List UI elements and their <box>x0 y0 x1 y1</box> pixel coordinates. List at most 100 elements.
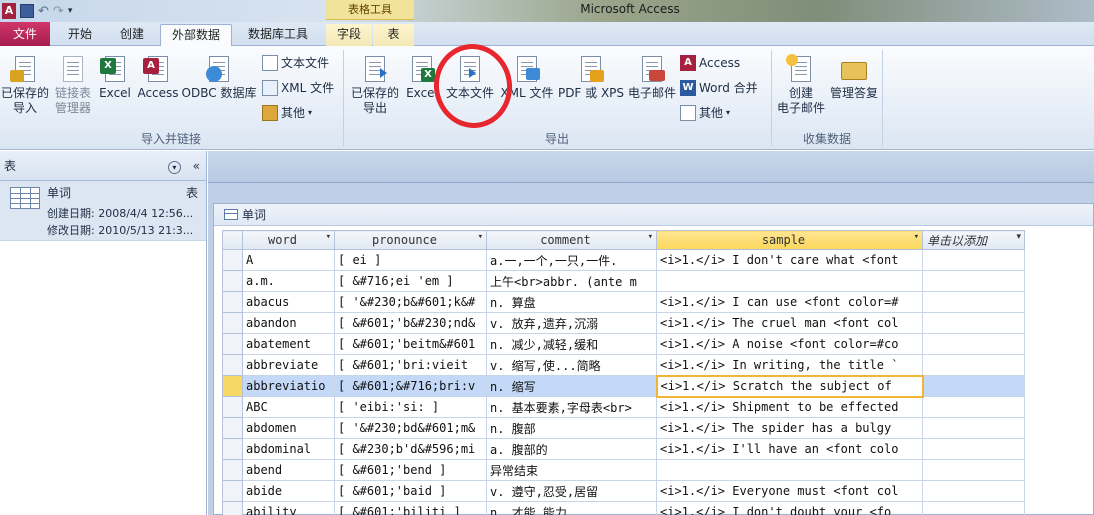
chevron-down-icon[interactable]: ▾ <box>1016 232 1021 242</box>
table-cell-pronounce[interactable]: [ 'eibi:'si: ] <box>334 396 487 418</box>
table-cell-sample[interactable]: <i>1.</i> I don't doubt your <fo <box>656 501 923 515</box>
table-cell-sample[interactable]: <i>1.</i> A noise <font color=#co <box>656 333 923 355</box>
table-cell-pronounce[interactable]: [ &#601;'b&#230;nd& <box>334 312 487 334</box>
table-cell-单击以添加[interactable] <box>922 354 1025 376</box>
undo-icon[interactable]: ↶ <box>38 4 49 19</box>
manage-replies-button[interactable]: 管理答复 <box>828 54 880 101</box>
row-selector[interactable] <box>222 354 243 376</box>
tab-external-data[interactable]: 外部数据 <box>160 24 232 46</box>
table-row[interactable]: abbreviate[ &#601;'bri:vieit v. 缩写,使...简略… <box>222 354 1025 376</box>
access-app-icon[interactable]: A <box>2 3 16 19</box>
chevron-down-icon[interactable]: ▾ <box>478 232 483 242</box>
import-xml-file-button[interactable]: XML 文件 <box>262 77 334 99</box>
table-cell-comment[interactable]: a. 腹部的 <box>486 438 657 460</box>
row-selector[interactable] <box>222 480 243 502</box>
row-selector[interactable] <box>222 459 243 481</box>
table-cell-单击以添加[interactable] <box>922 459 1025 481</box>
export-word-merge-button[interactable]: W Word 合并 <box>680 77 758 99</box>
table-cell-sample[interactable]: <i>1.</i> Everyone must <font col <box>656 480 923 502</box>
table-cell-pronounce[interactable]: [ &#601;'bri:vieit <box>334 354 487 376</box>
table-cell-pronounce[interactable]: [ &#601;&#716;bri:v <box>334 375 487 397</box>
table-cell-comment[interactable]: 异常结束 <box>486 459 657 481</box>
nav-header[interactable]: 表 ▾ « <box>0 151 206 181</box>
tab-home[interactable]: 开始 <box>58 24 102 46</box>
export-more-dropdown[interactable]: 其他 ▾ <box>680 102 730 124</box>
table-row[interactable]: a.m.[ &#716;ei 'em ] 上午<br>abbr. (ante m <box>222 270 1025 292</box>
qat-dropdown-icon[interactable]: ▾ <box>68 6 73 16</box>
table-cell-word[interactable]: abbreviate <box>242 354 335 376</box>
table-cell-pronounce[interactable]: [ &#716;ei 'em ] <box>334 270 487 292</box>
chevron-down-icon[interactable]: ▾ <box>326 232 331 242</box>
row-selector[interactable] <box>222 375 243 397</box>
table-cell-pronounce[interactable]: [ &#601;'bend ] <box>334 459 487 481</box>
column-header-pronounce[interactable]: pronounce ▾ <box>334 230 487 250</box>
row-selector[interactable] <box>222 312 243 334</box>
table-cell-pronounce[interactable]: [ ei ] <box>334 249 487 271</box>
import-excel-button[interactable]: X Excel <box>96 54 134 101</box>
table-cell-单击以添加[interactable] <box>922 396 1025 418</box>
export-email-button[interactable]: 电子邮件 <box>626 54 678 101</box>
table-cell-pronounce[interactable]: [ &#601;'beitm&#601 <box>334 333 487 355</box>
column-header-comment[interactable]: comment ▾ <box>486 230 657 250</box>
table-row[interactable]: abandon[ &#601;'b&#230;nd& v. 放弃,遗弃,沉溺 <i>… <box>222 312 1025 334</box>
table-row[interactable]: A[ ei ] a.一,一个,一只,一件. <i>1.</i> I don't ca… <box>222 249 1025 271</box>
table-row[interactable]: ability[ &#601;'biliti ] n. 才能,能力 <i>1.</i… <box>222 501 1025 515</box>
column-header-word[interactable]: word ▾ <box>242 230 335 250</box>
chevron-down-icon[interactable]: ▾ <box>914 232 919 242</box>
row-selector[interactable] <box>222 333 243 355</box>
saved-exports-button[interactable]: 已保存的 导出 <box>346 54 404 116</box>
table-cell-单击以添加[interactable] <box>922 375 1025 397</box>
row-selector[interactable] <box>222 417 243 439</box>
table-cell-sample[interactable]: <i>1.</i> The cruel man <font col <box>656 312 923 334</box>
table-cell-sample[interactable]: <i>1.</i> In writing, the title ` <box>656 354 923 376</box>
row-selector[interactable] <box>222 396 243 418</box>
table-cell-comment[interactable]: v. 缩写,使...简略 <box>486 354 657 376</box>
table-cell-word[interactable]: ability <box>242 501 335 515</box>
table-cell-comment[interactable]: n. 腹部 <box>486 417 657 439</box>
linked-table-manager-button[interactable]: 链接表 管理器 <box>50 54 96 116</box>
table-cell-pronounce[interactable]: [ '&#230;bd&#601;m& <box>334 417 487 439</box>
table-row[interactable]: abide[ &#601;'baid ] v. 遵守,忍受,居留 <i>1.</i>… <box>222 480 1025 502</box>
datasheet-title[interactable]: 单词 <box>214 204 1093 226</box>
table-row[interactable]: abbreviatio[ &#601;&#716;bri:v n. 缩写 <i>1.… <box>222 374 1025 398</box>
table-row[interactable]: abdominal[ &#230;b'd&#596;mi a. 腹部的 <i>1.<… <box>222 438 1025 460</box>
table-cell-单击以添加[interactable] <box>922 333 1025 355</box>
table-cell-word[interactable]: ABC <box>242 396 335 418</box>
table-cell-单击以添加[interactable] <box>922 249 1025 271</box>
select-all-corner[interactable] <box>222 230 243 250</box>
table-cell-单击以添加[interactable] <box>922 291 1025 313</box>
table-cell-单击以添加[interactable] <box>922 438 1025 460</box>
table-cell-sample[interactable] <box>656 459 923 481</box>
table-cell-comment[interactable]: n. 减少,减轻,缓和 <box>486 333 657 355</box>
table-row[interactable]: abatement[ &#601;'beitm&#601 n. 减少,减轻,缓和 <… <box>222 333 1025 355</box>
nav-dropdown-icon[interactable]: ▾ <box>167 161 181 174</box>
table-cell-pronounce[interactable]: [ '&#230;b&#601;k&# <box>334 291 487 313</box>
table-cell-pronounce[interactable]: [ &#601;'baid ] <box>334 480 487 502</box>
table-cell-word[interactable]: A <box>242 249 335 271</box>
table-cell-sample[interactable]: <i>1.</i> Shipment to be effected <box>656 396 923 418</box>
table-cell-comment[interactable]: a.一,一个,一只,一件. <box>486 249 657 271</box>
table-cell-pronounce[interactable]: [ &#601;'biliti ] <box>334 501 487 515</box>
chevron-down-icon[interactable]: ▾ <box>648 232 653 242</box>
table-cell-comment[interactable]: 上午<br>abbr. (ante m <box>486 270 657 292</box>
column-header-click-to-add[interactable]: 单击以添加 ▾ <box>922 230 1025 250</box>
tab-database-tools[interactable]: 数据库工具 <box>240 24 316 46</box>
table-cell-word[interactable]: abatement <box>242 333 335 355</box>
table-cell-word[interactable]: abacus <box>242 291 335 313</box>
nav-item-table-words[interactable]: 单词 表 创建日期: 2008/4/4 12:56... 修改日期: 2010/… <box>0 181 206 241</box>
collapse-pane-icon[interactable]: « <box>193 159 200 173</box>
saved-imports-button[interactable]: 已保存的 导入 <box>0 54 50 116</box>
table-cell-word[interactable]: abide <box>242 480 335 502</box>
table-cell-comment[interactable]: n. 缩写 <box>486 375 657 397</box>
table-cell-comment[interactable]: v. 放弃,遗弃,沉溺 <box>486 312 657 334</box>
table-cell-单击以添加[interactable] <box>922 480 1025 502</box>
row-selector[interactable] <box>222 501 243 515</box>
table-cell-单击以添加[interactable] <box>922 312 1025 334</box>
table-cell-word[interactable]: abandon <box>242 312 335 334</box>
create-email-button[interactable]: 创建 电子邮件 <box>774 54 828 116</box>
import-more-dropdown[interactable]: 其他 ▾ <box>262 102 312 124</box>
table-cell-comment[interactable]: n. 才能,能力 <box>486 501 657 515</box>
table-row[interactable]: abend[ &#601;'bend ] 异常结束 <box>222 459 1025 481</box>
table-cell-pronounce[interactable]: [ &#230;b'd&#596;mi <box>334 438 487 460</box>
import-text-file-button[interactable]: 文本文件 <box>262 52 329 74</box>
